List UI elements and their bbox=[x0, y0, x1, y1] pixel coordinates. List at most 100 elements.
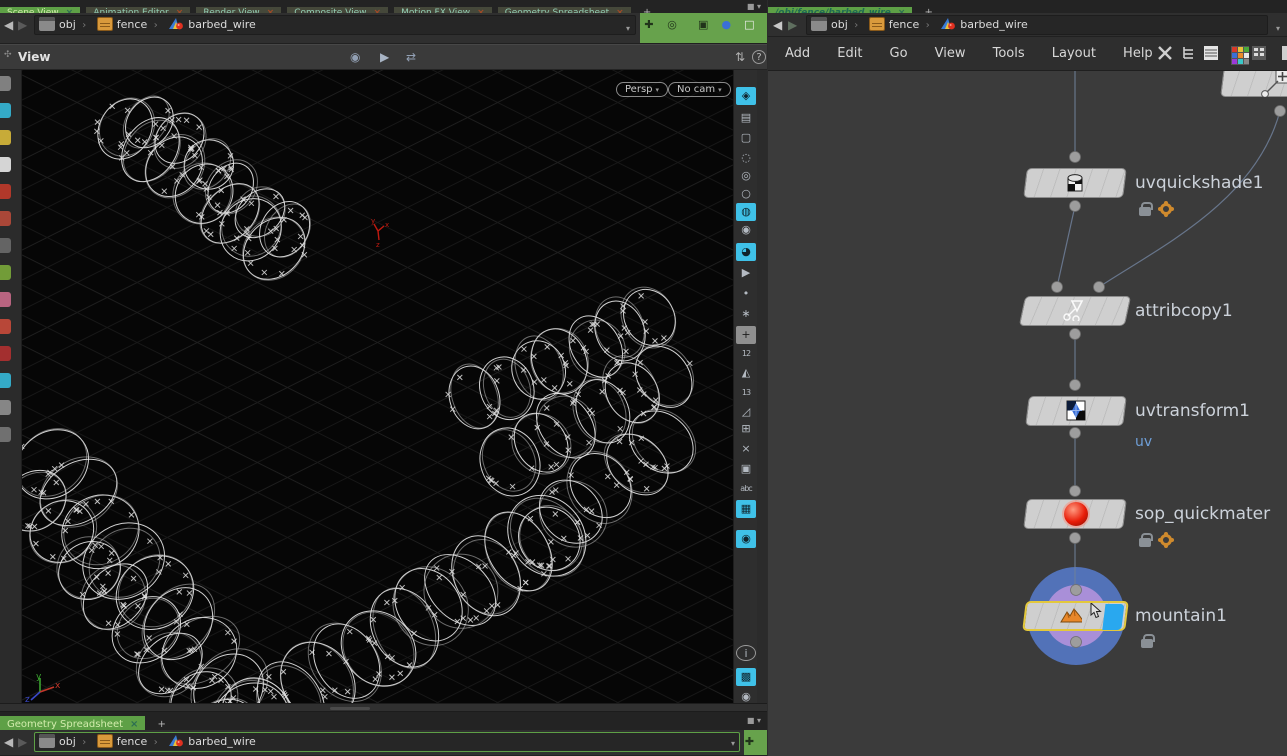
square-icon[interactable]: □ bbox=[740, 13, 758, 37]
display-flag[interactable] bbox=[1102, 604, 1124, 630]
text-display-icon[interactable]: abc bbox=[736, 480, 756, 498]
shelf-tool-1-icon[interactable] bbox=[0, 76, 11, 91]
shelf-tool-10-icon[interactable] bbox=[0, 319, 11, 334]
breadcrumb-obj[interactable]: obj bbox=[811, 16, 848, 34]
node-title[interactable]: uvtransform1 bbox=[1135, 396, 1250, 426]
select-tool-icon[interactable]: ▶ bbox=[380, 50, 389, 64]
axis-display-icon[interactable]: × bbox=[736, 440, 756, 458]
dropdown-icon[interactable]: ▾ bbox=[757, 2, 761, 11]
perspective-selector[interactable]: Persp▾ bbox=[616, 82, 668, 97]
spotlight-icon[interactable]: ◌ bbox=[736, 149, 756, 167]
pane-menu-icon[interactable]: ■ bbox=[747, 716, 755, 725]
help-icon[interactable]: ? bbox=[752, 50, 766, 64]
point-display-icon[interactable]: • bbox=[736, 285, 756, 303]
menu-edit[interactable]: Edit bbox=[826, 37, 873, 71]
path-dropdown-icon[interactable]: ▾ bbox=[731, 735, 735, 752]
viewport-3d[interactable]: yxz Persp▾ No cam▾ y x z bbox=[22, 70, 733, 703]
path-dropdown-icon[interactable]: ▾ bbox=[1276, 20, 1280, 38]
cube-icon[interactable]: ▣ bbox=[694, 13, 712, 37]
pin-icon[interactable]: ✚ bbox=[744, 730, 755, 754]
new-tab-button[interactable]: + bbox=[152, 718, 172, 730]
shelf-tool-7-icon[interactable] bbox=[0, 238, 11, 253]
breadcrumb-fence[interactable]: fence bbox=[97, 733, 147, 751]
new-tab-button[interactable]: + bbox=[637, 6, 657, 13]
breadcrumb-barbed-wire[interactable]: barbed_wire bbox=[168, 16, 256, 34]
back-button[interactable]: ◀ bbox=[4, 16, 13, 34]
lock-camera-icon[interactable]: ▢ bbox=[736, 129, 756, 147]
shaded-display-icon[interactable]: ◕ bbox=[736, 243, 756, 261]
tools-wrench-icon[interactable] bbox=[1156, 45, 1174, 63]
rings-icon[interactable]: ◎ bbox=[663, 13, 681, 37]
tree-view-icon[interactable] bbox=[1180, 45, 1198, 63]
breadcrumb-fence[interactable]: fence bbox=[97, 16, 147, 34]
breadcrumb-fence[interactable]: fence bbox=[869, 16, 919, 34]
new-tab-button[interactable]: + bbox=[918, 6, 938, 13]
color-palette-icon[interactable] bbox=[1231, 46, 1249, 64]
point-normals-icon[interactable]: ◭ bbox=[736, 364, 756, 382]
breadcrumb-obj[interactable]: obj bbox=[39, 16, 76, 34]
back-button[interactable]: ◀ bbox=[4, 733, 13, 751]
menu-tools[interactable]: Tools bbox=[982, 37, 1036, 71]
display-options-icon[interactable]: ⇅ bbox=[735, 50, 745, 64]
shelf-tool-6-icon[interactable] bbox=[0, 211, 11, 226]
shelf-tool-8-icon[interactable] bbox=[0, 265, 11, 280]
vertex-display-icon[interactable]: ∗ bbox=[736, 305, 756, 323]
location-pin-icon[interactable]: ◉ bbox=[736, 530, 756, 548]
breadcrumb-obj[interactable]: obj bbox=[39, 733, 76, 751]
camera-selector[interactable]: No cam▾ bbox=[668, 82, 731, 97]
menu-add[interactable]: Add bbox=[774, 37, 821, 71]
dropdown-icon[interactable]: ▾ bbox=[757, 716, 761, 725]
forward-button[interactable]: ▶ bbox=[18, 733, 27, 751]
prim-normals-icon[interactable]: ◿ bbox=[736, 403, 756, 421]
prim-numbers-icon[interactable]: 13 bbox=[736, 384, 756, 402]
lamp-icon[interactable]: ○ bbox=[736, 185, 756, 203]
path-dropdown-icon[interactable]: ▾ bbox=[626, 20, 630, 38]
bulb-icon[interactable]: ◉ bbox=[736, 221, 756, 239]
info-icon[interactable]: i bbox=[736, 645, 756, 661]
view-mode-icon[interactable]: ◈ bbox=[736, 87, 756, 105]
back-button[interactable]: ◀ bbox=[773, 16, 782, 34]
forward-button[interactable]: ▶ bbox=[18, 16, 27, 34]
pane-splitter-horizontal[interactable] bbox=[0, 703, 767, 712]
menu-go[interactable]: Go bbox=[879, 37, 919, 71]
breadcrumb[interactable]: obj › fence › barbed_wire ▾ bbox=[34, 732, 740, 752]
terrain-display-icon[interactable]: ▦ bbox=[736, 500, 756, 518]
tab-geometry-spreadsheet-bottom[interactable]: Geometry Spreadsheet× bbox=[0, 716, 145, 730]
select-visible-icon[interactable]: ▶ bbox=[736, 264, 756, 282]
shelf-tool-12-icon[interactable] bbox=[0, 373, 11, 388]
breadcrumb[interactable]: obj › fence › barbed_wire bbox=[806, 15, 1268, 35]
shelf-tool-14-icon[interactable] bbox=[0, 427, 11, 442]
breadcrumb-barbed-wire[interactable]: barbed_wire bbox=[168, 733, 256, 751]
menu-layout[interactable]: Layout bbox=[1041, 37, 1107, 71]
shelf-tool-11-icon[interactable] bbox=[0, 346, 11, 361]
splitter-handle[interactable] bbox=[330, 707, 370, 710]
network-canvas[interactable]: uvquickshade1 attribcopy1 uvtransform1 u… bbox=[768, 71, 1287, 756]
close-icon[interactable]: × bbox=[130, 719, 138, 730]
snapshot-icon[interactable]: ▤ bbox=[736, 109, 756, 127]
shelf-tool-13-icon[interactable] bbox=[0, 400, 11, 415]
shelf-tool-5-icon[interactable] bbox=[0, 184, 11, 199]
pin-icon[interactable]: ✚ bbox=[640, 13, 658, 37]
breadcrumb[interactable]: obj › fence › barbed_wire bbox=[34, 15, 636, 35]
forward-button[interactable]: ▶ bbox=[788, 16, 797, 34]
node-title[interactable]: uvquickshade1 bbox=[1135, 168, 1263, 198]
overflow-icon[interactable] bbox=[1280, 45, 1287, 63]
shelf-tool-9-icon[interactable] bbox=[0, 292, 11, 307]
transform-tool-icon[interactable]: ⇄ bbox=[406, 50, 416, 64]
select-arrow-icon[interactable] bbox=[0, 157, 11, 172]
point-numbers-icon[interactable]: 12 bbox=[736, 345, 756, 363]
node-title[interactable]: attribcopy1 bbox=[1135, 296, 1233, 326]
pane-splitter-vertical[interactable] bbox=[757, 70, 767, 703]
pick-tool-icon[interactable]: + bbox=[736, 326, 756, 344]
list-view-icon[interactable] bbox=[1202, 45, 1220, 63]
breadcrumb-barbed-wire[interactable]: barbed_wire bbox=[940, 16, 1028, 34]
view-tool-icon[interactable]: ◉ bbox=[350, 50, 360, 64]
shelf-tool-3-icon[interactable] bbox=[0, 130, 11, 145]
handles-icon[interactable]: ⊞ bbox=[736, 420, 756, 438]
globe-light-icon[interactable]: ◎ bbox=[736, 167, 756, 185]
shape-grid-icon[interactable] bbox=[1250, 45, 1268, 63]
camera-icon[interactable]: ▣ bbox=[736, 460, 756, 478]
sphere-icon[interactable]: ● bbox=[717, 13, 735, 37]
color-grid-icon[interactable]: ▩ bbox=[736, 668, 756, 686]
headlight-icon[interactable]: ◍ bbox=[736, 203, 756, 221]
